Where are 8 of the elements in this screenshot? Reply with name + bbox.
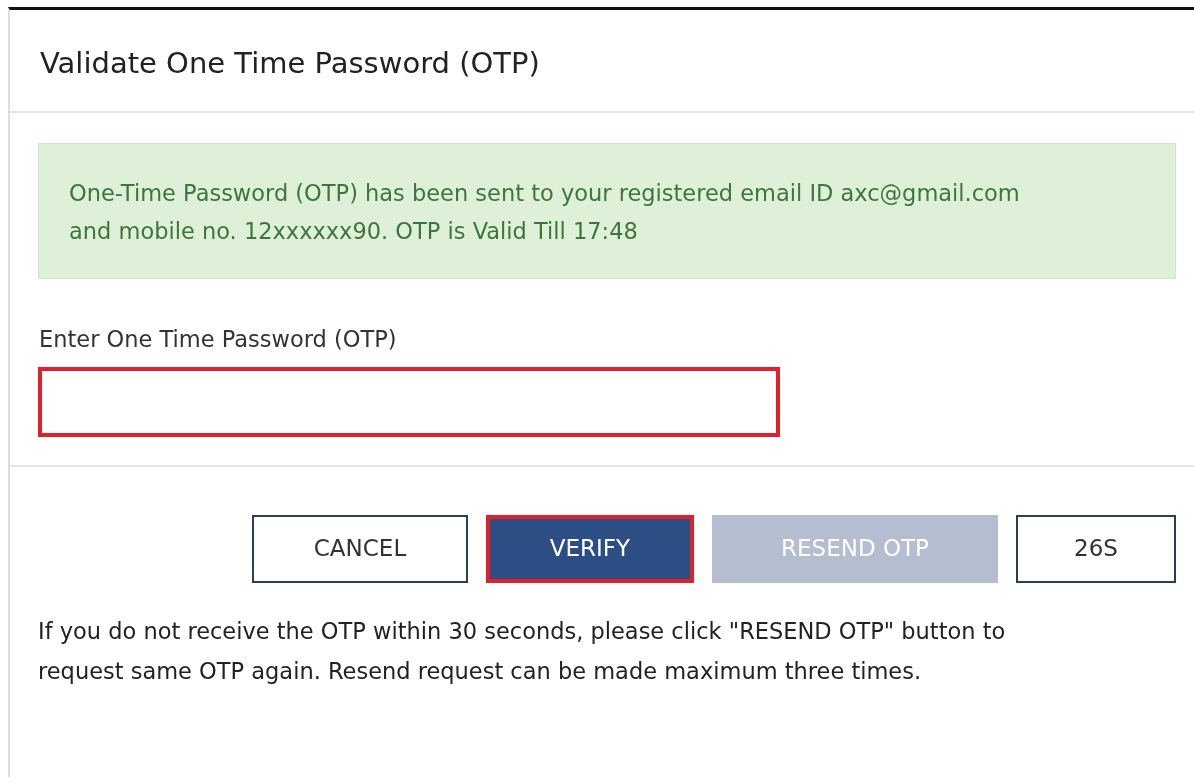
- action-button[interactable]: CANCEL: [252, 514, 468, 583]
- success-alert: One-Time Password (OTP) has been sent to your registered email ID axc@gmail.com and mobile no. 12xxxxxx90. OTP is Valid Till 17:48: [38, 142, 1176, 279]
- action-button[interactable]: VERIFY: [486, 514, 694, 583]
- dialog-title: Validate One Time Password (OTP): [40, 46, 541, 81]
- otp-input-field[interactable]: [38, 366, 780, 437]
- help-text: If you do not receive the OTP within 30 seconds, please click "RESEND OTP" button to request same OTP again. Resend request can be made maximum three times.: [38, 616, 1007, 686]
- field-label: Enter One Time Password (OTP): [39, 324, 398, 354]
- action-button[interactable]: 26S: [1016, 514, 1176, 583]
